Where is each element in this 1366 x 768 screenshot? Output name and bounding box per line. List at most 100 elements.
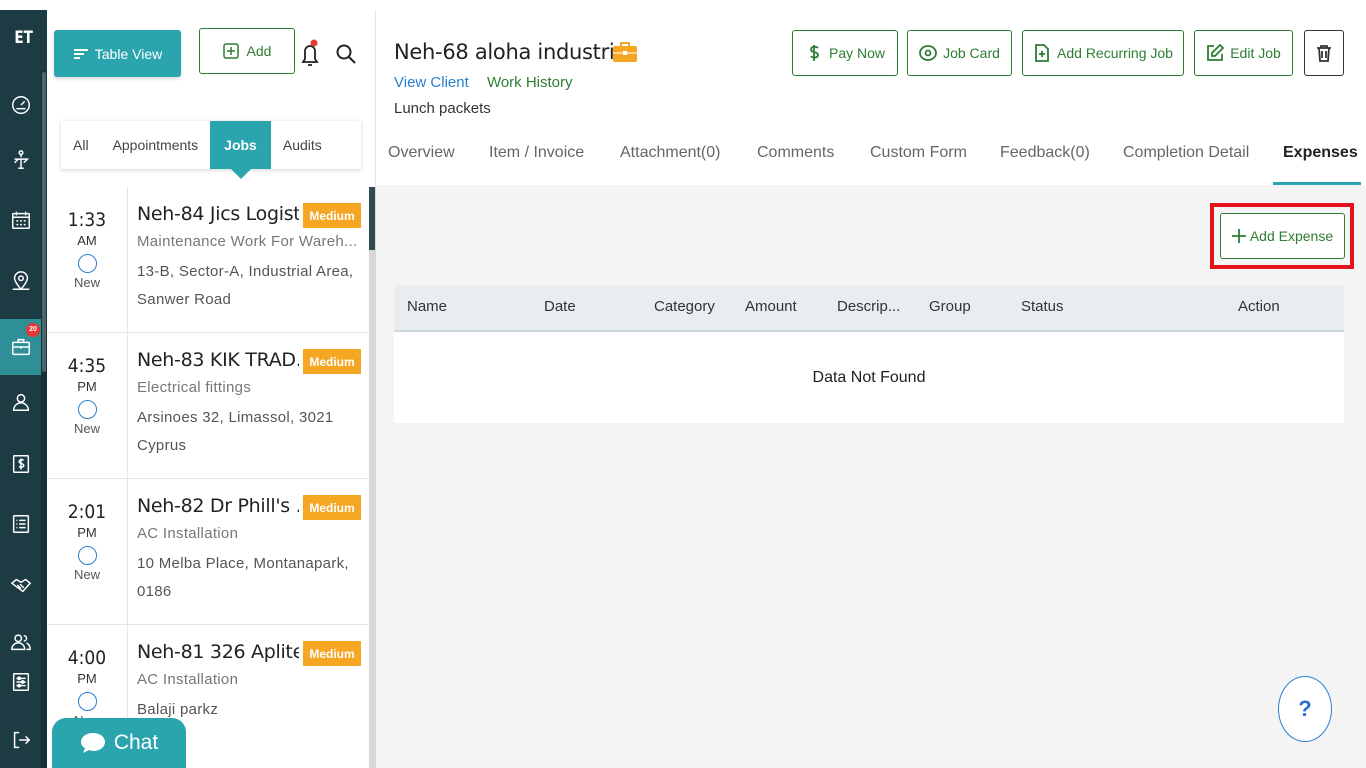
add-label: Add [246,43,272,59]
add-expense-highlight: Add Expense [1210,203,1354,269]
job-state: New [73,421,100,436]
sidebar-item-filter[interactable] [0,138,41,182]
sidebar-item-list[interactable] [0,502,41,546]
view-client-link[interactable]: View Client [394,74,469,91]
list-item[interactable]: 2:01 PM New Neh-82 Dr Phill's ... Medium… [47,479,369,625]
job-list: 1:33 AM New Neh-84 Jics Logist... Medium… [47,187,376,768]
job-card-label: Job Card [943,45,1000,61]
delete-job-button[interactable] [1304,30,1344,76]
jobs-count-badge: 20 [26,323,40,337]
job-description: AC Installation [137,671,239,688]
eye-icon [919,45,937,61]
job-title: Neh-83 KIK TRAD... [137,349,299,371]
job-description: Maintenance Work For Wareh... [137,233,358,250]
empty-state-message: Data Not Found [394,330,1344,423]
column-date: Date [544,298,576,315]
chat-button[interactable]: Chat [52,718,186,768]
work-history-link[interactable]: Work History [487,74,573,91]
table-header: Name Date Category Amount Descrip... Gro… [394,285,1344,330]
job-address: 10 Melba Place, Montanapark, 0186 [137,555,349,600]
job-list-scrollbar[interactable] [369,187,376,768]
sidebar-item-user[interactable] [0,380,41,424]
sidebar-item-logout[interactable] [0,718,41,762]
dashboard-icon [11,96,30,114]
job-time-column: 4:35 PM New [47,333,128,479]
job-card-button[interactable]: Job Card [907,30,1012,76]
job-list-scroll-thumb[interactable] [369,187,375,250]
sidebar-item-partners[interactable] [0,563,41,607]
job-subtitle: Lunch packets [394,100,491,117]
users-icon [10,634,31,651]
add-recurring-job-button[interactable]: Add Recurring Job [1022,30,1184,76]
list-item[interactable]: 1:33 AM New Neh-84 Jics Logist... Medium… [47,187,369,333]
plus-square-icon [222,43,239,59]
status-circle-icon [77,546,97,565]
edit-job-button[interactable]: Edit Job [1194,30,1293,76]
table-view-button[interactable]: Table View [54,30,181,77]
active-tab-indicator [1273,182,1361,185]
trash-icon [1317,45,1331,62]
priority-badge: Medium [303,203,361,228]
user-icon [12,393,29,411]
list-item[interactable]: 4:35 PM New Neh-83 KIK TRAD... Medium El… [47,333,369,479]
tab-comments[interactable]: Comments [757,144,834,162]
tab-attachment[interactable]: Attachment(0) [620,144,720,162]
add-button[interactable]: Add [199,28,295,74]
job-detail-panel: Neh-68 aloha industries View Client Work… [376,10,1366,768]
edit-icon [1207,44,1225,61]
job-title: Neh-81 326 Aplite [137,641,299,663]
search-icon[interactable] [334,42,358,66]
sidebar-item-finance[interactable] [0,442,41,486]
status-circle-icon [77,254,97,273]
sidebar-item-jobs[interactable]: 20 [0,319,41,375]
top-border [0,0,1366,10]
sidebar-item-settings[interactable] [0,660,41,704]
tab-custom-form[interactable]: Custom Form [870,144,967,162]
settings-icon [12,673,29,691]
job-list-panel: Table View Add All Appointments Jobs Aud… [47,10,376,768]
job-time: 4:00 [67,647,107,669]
add-expense-button[interactable]: Add Expense [1220,213,1345,259]
job-time: 1:33 [67,209,107,231]
tab-expenses[interactable]: Expenses [1283,144,1358,162]
tab-appointments[interactable]: Appointments [101,121,211,169]
tab-all[interactable]: All [61,121,101,169]
tab-feedback[interactable]: Feedback(0) [1000,144,1090,162]
list-icon [12,515,29,533]
briefcase-icon [613,42,637,62]
detail-tabs: Overview Item / Invoice Attachment(0) Co… [376,132,1366,186]
column-name: Name [407,298,448,315]
map-icon [12,271,29,291]
logout-icon [13,731,30,749]
job-header: Neh-68 aloha industries View Client Work… [376,10,1366,185]
sidebar-item-calendar[interactable] [0,198,41,242]
chat-label: Chat [113,731,159,754]
job-time: 4:35 [67,355,107,377]
tab-overview[interactable]: Overview [388,144,455,162]
tab-jobs[interactable]: Jobs [210,121,271,179]
job-address: Arsinoes 32, Limassol, 3021 Cyprus [137,409,334,454]
column-description: Descrip... [837,298,901,315]
calendar-icon [11,211,30,229]
column-amount: Amount [745,298,797,315]
rail-scroll-thumb[interactable] [42,72,46,372]
job-body: Neh-84 Jics Logist... Medium Maintenance… [137,203,363,314]
job-state: New [73,567,100,582]
dollar-icon [12,455,29,473]
add-recurring-job-label: Add Recurring Job [1057,45,1173,61]
tab-item-invoice[interactable]: Item / Invoice [489,144,584,162]
job-ampm: PM [77,671,97,686]
job-time: 2:01 [67,501,107,523]
pay-now-label: Pay Now [828,45,886,61]
tab-audits[interactable]: Audits [271,121,334,169]
sidebar-item-team[interactable] [0,620,41,664]
sidebar-item-map[interactable] [0,259,41,303]
column-group: Group [929,298,971,315]
sidebar-item-dashboard[interactable] [0,83,41,127]
help-button[interactable]: ? [1278,676,1332,742]
pay-now-button[interactable]: Pay Now [792,30,898,76]
job-time-column: 1:33 AM New [47,187,128,333]
table-view-label: Table View [94,45,163,62]
bell-icon[interactable] [299,38,321,68]
tab-completion-detail[interactable]: Completion Detail [1123,144,1249,162]
